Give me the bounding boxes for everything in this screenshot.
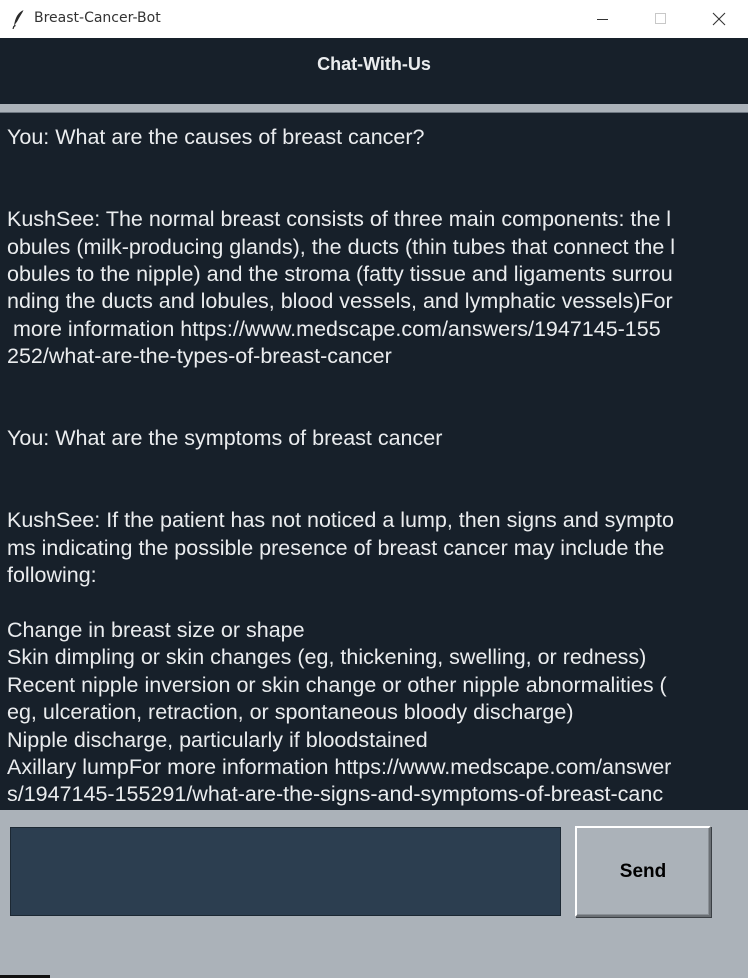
chat-line: Recent nipple inversion or skin change o…	[7, 672, 667, 697]
title-bar: Breast-Cancer-Bot	[0, 0, 748, 38]
message-input[interactable]	[10, 827, 561, 916]
chat-line	[7, 453, 741, 480]
chat-line: eg, ulceration, retraction, or spontaneo…	[7, 700, 574, 725]
chat-line	[7, 480, 741, 507]
chat-line: Change in breast size or shape	[7, 618, 305, 643]
chat-line: ms indicating the possible presence of b…	[7, 535, 665, 560]
chat-line	[7, 151, 741, 178]
chat-header: Chat-With-Us	[0, 38, 748, 104]
chat-line: nding the ducts and lobules, blood vesse…	[7, 289, 673, 314]
maximize-icon	[655, 13, 666, 24]
chat-line: You: What are the causes of breast cance…	[7, 125, 425, 149]
chat-line: obules to the nipple) and the stroma (fa…	[7, 261, 673, 286]
chat-line	[7, 590, 741, 617]
chat-line: following:	[7, 563, 97, 588]
chat-line	[7, 179, 741, 206]
window-title: Breast-Cancer-Bot	[34, 10, 161, 26]
chat-line	[7, 398, 741, 425]
send-button[interactable]: Send	[575, 826, 711, 917]
chat-line: obules (milk-producing glands), the duct…	[7, 234, 676, 259]
chat-line: 252/what-are-the-types-of-breast-cancer	[7, 344, 392, 369]
input-area: Send	[0, 810, 748, 978]
close-icon	[712, 12, 726, 26]
chat-log[interactable]: You: What are the causes of breast cance…	[0, 112, 748, 810]
close-button[interactable]	[690, 0, 748, 38]
minimize-icon	[597, 19, 608, 20]
chat-text: You: What are the causes of breast cance…	[7, 124, 741, 809]
chat-line: KushSee: The normal breast consists of t…	[7, 207, 672, 232]
chat-line: more information https://www.medscape.co…	[7, 316, 661, 341]
chat-line: Axillary lumpFor more information https:…	[7, 754, 672, 779]
maximize-button[interactable]	[631, 0, 689, 38]
chat-line: KushSee: If the patient has not noticed …	[7, 508, 674, 533]
feather-icon	[12, 9, 26, 30]
chat-line: Skin dimpling or skin changes (eg, thick…	[7, 645, 647, 670]
chat-line	[7, 371, 741, 398]
divider	[0, 104, 748, 112]
minimize-button[interactable]	[573, 0, 631, 38]
chat-line: You: What are the symptoms of breast can…	[7, 426, 443, 451]
header-title: Chat-With-Us	[317, 54, 431, 74]
chat-line: s/1947145-155291/what-are-the-signs-and-…	[7, 782, 664, 807]
app-window: Breast-Cancer-Bot Chat-With-Us You: What…	[0, 0, 748, 978]
chat-line: Nipple discharge, particularly if bloods…	[7, 727, 428, 752]
